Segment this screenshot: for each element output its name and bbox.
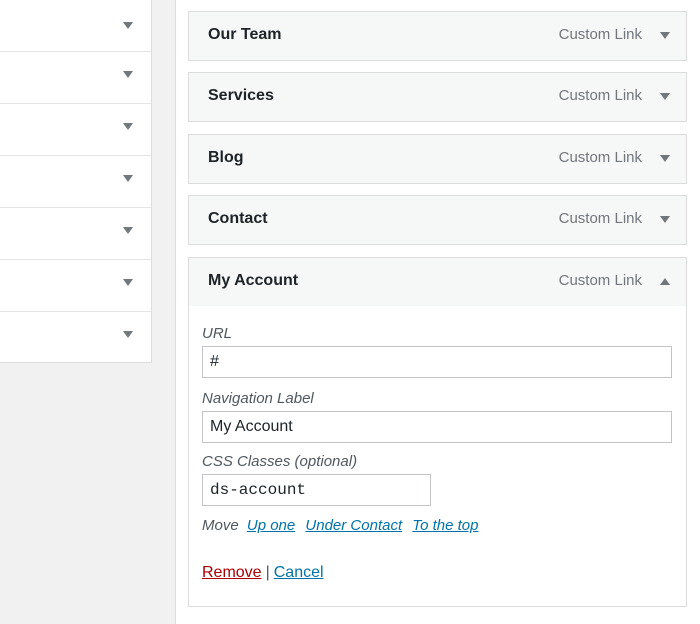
left-accordion-row[interactable] xyxy=(0,208,151,260)
menu-item-title: Blog xyxy=(208,149,244,166)
item-actions: Remove | Cancel xyxy=(202,564,324,582)
move-label: Move xyxy=(202,517,239,534)
left-accordion-panel xyxy=(0,0,152,363)
css-classes-input[interactable]: ds-account xyxy=(202,474,431,506)
menu-item-settings: URL # Navigation Label My Account CSS Cl… xyxy=(188,306,687,607)
menu-item-type: Custom Link xyxy=(558,26,642,43)
url-input[interactable]: # xyxy=(202,346,672,378)
menu-item-services[interactable]: Services Custom Link xyxy=(188,72,687,122)
action-separator: | xyxy=(265,564,270,581)
left-accordion-row[interactable] xyxy=(0,104,151,156)
left-accordion-row[interactable] xyxy=(0,0,151,52)
menu-item-type: Custom Link xyxy=(558,87,642,104)
cancel-link[interactable]: Cancel xyxy=(274,564,324,581)
remove-link[interactable]: Remove xyxy=(202,564,262,581)
chevron-down-icon[interactable] xyxy=(660,155,670,162)
chevron-down-icon[interactable] xyxy=(660,32,670,39)
left-accordion-row[interactable] xyxy=(0,52,151,104)
menu-item-blog[interactable]: Blog Custom Link xyxy=(188,134,687,184)
css-classes-label: CSS Classes (optional) xyxy=(202,453,358,470)
menu-item-type: Custom Link xyxy=(558,210,642,227)
menu-item-type: Custom Link xyxy=(558,272,642,289)
navigation-label-label: Navigation Label xyxy=(202,390,314,407)
chevron-down-icon[interactable] xyxy=(123,279,133,286)
menu-item-our-team[interactable]: Our Team Custom Link xyxy=(188,11,687,61)
menu-item-my-account[interactable]: My Account Custom Link xyxy=(188,257,687,307)
menu-item-title: Our Team xyxy=(208,26,282,43)
chevron-down-icon[interactable] xyxy=(123,227,133,234)
left-accordion-row[interactable] xyxy=(0,260,151,312)
menu-item-contact[interactable]: Contact Custom Link xyxy=(188,195,687,245)
move-up-one-link[interactable]: Up one xyxy=(247,517,295,534)
left-accordion-row[interactable] xyxy=(0,312,151,364)
chevron-down-icon[interactable] xyxy=(660,216,670,223)
move-to-top-link[interactable]: To the top xyxy=(412,517,478,534)
chevron-up-icon[interactable] xyxy=(660,278,670,285)
move-under-contact-link[interactable]: Under Contact xyxy=(305,517,402,534)
chevron-down-icon[interactable] xyxy=(123,71,133,78)
left-accordion-row[interactable] xyxy=(0,156,151,208)
move-links: Move Up one Under Contact To the top xyxy=(202,517,484,534)
url-label: URL xyxy=(202,325,233,342)
menu-item-title: Contact xyxy=(208,210,268,227)
chevron-down-icon[interactable] xyxy=(123,175,133,182)
chevron-down-icon[interactable] xyxy=(123,123,133,130)
menu-item-title: My Account xyxy=(208,272,299,289)
chevron-down-icon[interactable] xyxy=(123,331,133,338)
menu-item-type: Custom Link xyxy=(558,149,642,166)
menu-item-title: Services xyxy=(208,87,274,104)
chevron-down-icon[interactable] xyxy=(123,22,133,29)
chevron-down-icon[interactable] xyxy=(660,93,670,100)
navigation-label-input[interactable]: My Account xyxy=(202,411,672,443)
